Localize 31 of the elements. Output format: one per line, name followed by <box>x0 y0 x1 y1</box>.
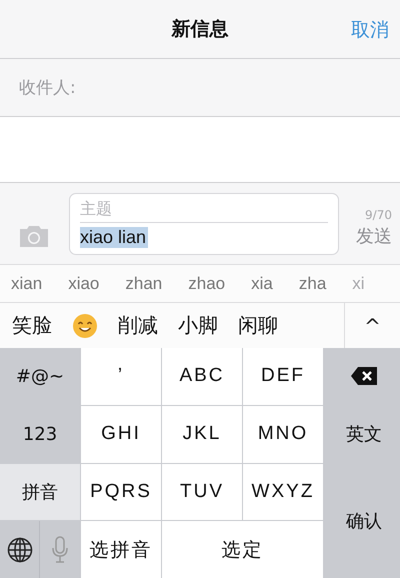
pinyin-option[interactable]: zhao <box>188 274 226 294</box>
smiley-icon[interactable] <box>72 312 98 338</box>
keyboard-key[interactable]: 选定 <box>162 521 323 578</box>
recipient-label: 收件人: <box>19 77 76 99</box>
message-text: xiao lian <box>80 227 148 248</box>
pinyin-option[interactable]: xia <box>251 274 273 294</box>
keyboard-key[interactable]: ’ <box>81 348 161 405</box>
keyboard-key[interactable]: PQRS <box>81 464 161 520</box>
keyboard-key[interactable]: WXYZ <box>243 464 323 520</box>
keyboard-key[interactable]: MNO <box>243 406 323 462</box>
keyboard-key[interactable]: 选拼音 <box>81 521 161 578</box>
keyboard-key[interactable]: TUV <box>162 464 242 520</box>
candidate-word[interactable]: 削减 <box>118 312 158 339</box>
candidate-word[interactable]: 笑脸 <box>12 312 52 339</box>
pinyin-option[interactable]: zha <box>298 274 326 294</box>
delete-icon[interactable] <box>350 366 378 386</box>
window-title: 新信息 <box>172 17 228 42</box>
candidate-word[interactable]: 小脚 <box>178 312 218 339</box>
pinyin-option[interactable]: zhan <box>125 274 162 294</box>
keyboard-key[interactable]: 拼音 <box>0 464 80 520</box>
pinyin-option[interactable]: xian <box>11 274 42 294</box>
candidate-word[interactable]: 闲聊 <box>238 312 278 339</box>
message-field[interactable]: 主题 xiao lian <box>69 192 339 254</box>
keyboard-key[interactable]: JKL <box>162 406 242 462</box>
globe-icon[interactable] <box>6 536 32 563</box>
subject-placeholder: 主题 <box>80 198 328 222</box>
keyboard-key[interactable]: DEF <box>243 348 323 405</box>
keyboard-key[interactable]: GHI <box>81 406 161 462</box>
pinyin-option[interactable]: xiao <box>68 274 100 294</box>
character-counter: 9/70 <box>365 208 392 222</box>
keyboard-key[interactable]: ABC <box>162 348 242 405</box>
